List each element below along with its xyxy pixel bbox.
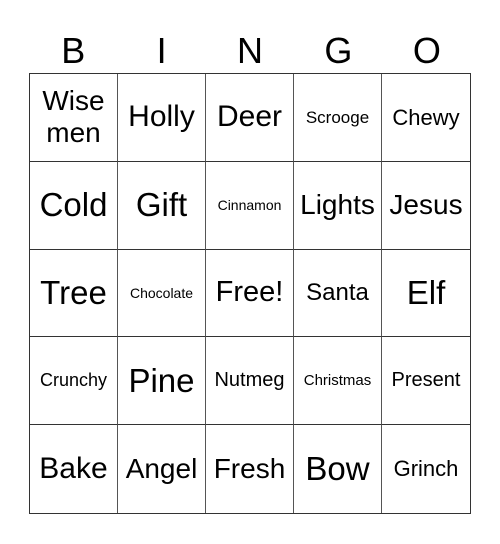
bingo-cell[interactable]: Pine [118, 337, 206, 426]
header-letter-o: O [412, 30, 441, 71]
bingo-cell[interactable]: Gift [118, 161, 206, 250]
header-letter-b: B [61, 30, 86, 71]
bingo-cell[interactable]: Tree [30, 249, 118, 338]
bingo-cell[interactable]: Cold [30, 161, 118, 250]
header-letter-n: N [237, 30, 264, 71]
bingo-cell[interactable]: Grinch [382, 425, 470, 513]
header-letter-g: G [324, 30, 353, 71]
bingo-cell[interactable]: Fresh [206, 425, 294, 513]
bingo-cell[interactable]: Chewy [382, 74, 470, 162]
bingo-cell[interactable]: Crunchy [30, 337, 118, 426]
bingo-cell[interactable]: Nutmeg [206, 337, 294, 426]
bingo-cell[interactable]: Cinnamon [206, 161, 294, 250]
bingo-cell[interactable]: Jesus [382, 162, 470, 250]
bingo-cell[interactable]: Angel [118, 425, 206, 513]
bingo-cell[interactable]: Present [382, 337, 470, 426]
bingo-cell[interactable]: Elf [382, 250, 470, 338]
bingo-cell[interactable]: Bow [294, 425, 382, 513]
bingo-cell[interactable]: Chocolate [118, 249, 206, 338]
bingo-cell[interactable]: Deer [206, 74, 294, 162]
bingo-cell[interactable]: Christmas [294, 337, 382, 426]
bingo-cell[interactable]: Bake [30, 425, 118, 513]
header-letter-i: I [156, 30, 167, 71]
free-space[interactable]: Free! [206, 249, 294, 338]
bingo-header: B I N G O [29, 30, 471, 72]
bingo-cell[interactable]: Scrooge [294, 74, 382, 162]
bingo-cell[interactable]: Lights [294, 161, 382, 250]
bingo-card: Wise men Holly Deer Scrooge Chewy Cold G… [29, 73, 471, 514]
bingo-cell[interactable]: Santa [294, 249, 382, 338]
bingo-cell[interactable]: Wise men [30, 74, 118, 162]
bingo-cell[interactable]: Holly [118, 74, 206, 162]
